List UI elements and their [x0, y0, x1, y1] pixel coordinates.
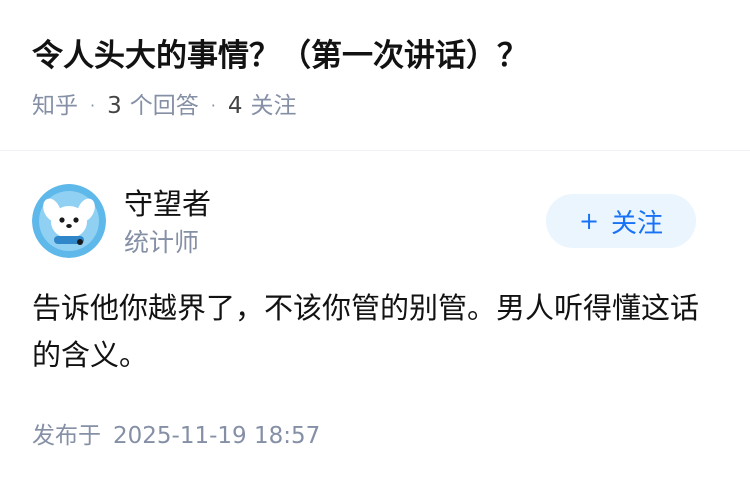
- answer-page: 令人头大的事情？（第一次讲话）？ 知乎 · 3 个回答 · 4 关注 守望者 统…: [0, 0, 750, 486]
- cartoon-dog-avatar-icon: [32, 184, 106, 258]
- author-card: 守望者 统计师 + 关注: [32, 184, 718, 264]
- question-meta: 知乎 · 3 个回答 · 4 关注: [32, 90, 730, 122]
- source-label[interactable]: 知乎: [32, 90, 78, 122]
- plus-icon: +: [578, 207, 600, 235]
- answer-content: 告诉他你越界了，不该你管的别管。男人听得懂这话的含义。: [32, 291, 700, 372]
- question-header: 令人头大的事情？（第一次讲话）？ 知乎 · 3 个回答 · 4 关注: [32, 30, 730, 122]
- publish-info: 发布于 2025-11-19 18:57: [32, 420, 320, 452]
- author-name[interactable]: 守望者: [124, 184, 211, 224]
- question-title[interactable]: 令人头大的事情？（第一次讲话）？: [32, 30, 730, 82]
- separator-dot: ·: [210, 96, 216, 115]
- separator-dot: ·: [90, 96, 96, 115]
- follow-button[interactable]: + 关注: [546, 194, 696, 248]
- follow-button-label: 关注: [611, 208, 664, 239]
- followers-count: 4: [227, 93, 243, 119]
- author-bio: 统计师: [124, 228, 200, 257]
- publish-label: 发布于: [32, 423, 101, 449]
- answers-count: 3: [107, 93, 122, 119]
- divider: [0, 150, 750, 151]
- publish-time: 2025-11-19 18:57: [113, 423, 321, 449]
- followers-label: 关注: [250, 93, 297, 119]
- author-avatar[interactable]: [32, 184, 106, 258]
- answers-label[interactable]: 个回答: [130, 90, 199, 122]
